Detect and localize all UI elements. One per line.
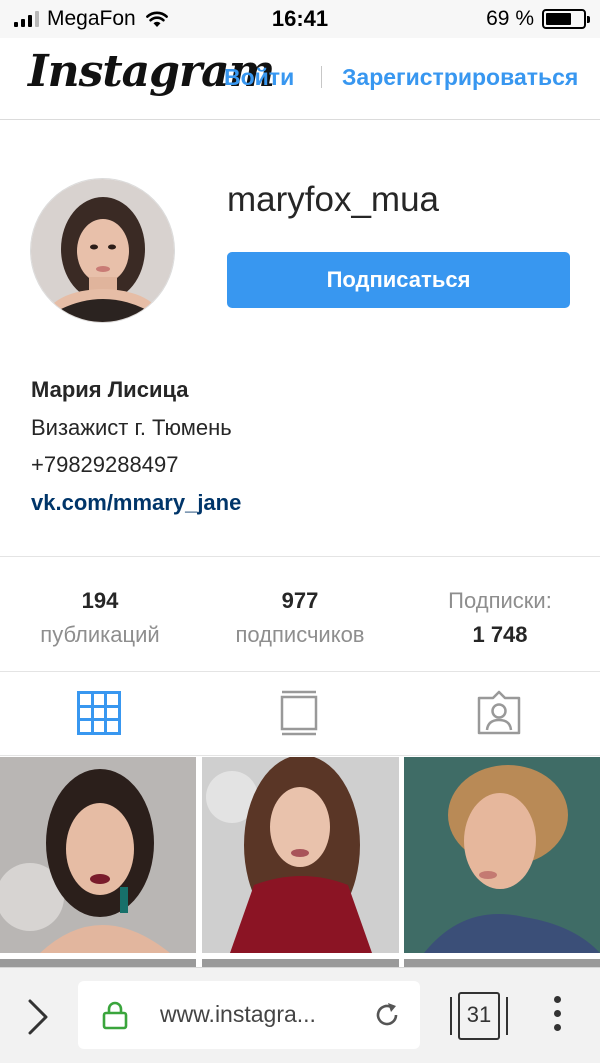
profile-link[interactable]: vk.com/mmary_jane <box>31 484 241 522</box>
browser-toolbar: www.instagra... 31 <box>0 967 600 1063</box>
post-thumbnail[interactable] <box>0 757 196 953</box>
tab-tagged[interactable] <box>474 688 524 738</box>
posts-count: 194 <box>81 588 119 613</box>
profile-username: maryfox_mua <box>227 180 440 219</box>
more-menu-icon[interactable] <box>552 996 562 1036</box>
phone-number[interactable]: +79829288497 <box>31 446 241 484</box>
signup-link[interactable]: Зарегистрироваться <box>342 64 578 91</box>
post-thumbnail[interactable] <box>404 757 600 953</box>
follow-button[interactable]: Подписаться <box>227 252 570 308</box>
profile-bio: Мария Лисица Визажист г. Тюмень +7982928… <box>31 371 241 521</box>
login-link[interactable]: Войти <box>224 64 294 91</box>
followers-label: подписчиков <box>235 622 365 647</box>
following-label: Подписки: <box>448 588 552 613</box>
post-thumbnail[interactable] <box>202 757 399 953</box>
posts-label: публикаций <box>40 622 160 647</box>
tagged-icon <box>477 690 521 735</box>
stat-posts: 194 публикаций <box>0 584 200 652</box>
stat-following[interactable]: Подписки: 1 748 <box>400 584 600 652</box>
lock-icon <box>102 1000 128 1035</box>
url-text: www.instagra... <box>160 1001 316 1027</box>
status-right: 69 % <box>486 7 590 31</box>
forward-icon[interactable] <box>26 998 50 1041</box>
tab-grid[interactable] <box>74 688 124 738</box>
instagram-header: Instagram Войти Зарегистрироваться <box>0 38 600 120</box>
followers-count: 977 <box>281 588 319 613</box>
stat-followers[interactable]: 977 подписчиков <box>200 584 400 652</box>
header-divider <box>321 66 322 88</box>
profile-stats: 194 публикаций 977 подписчиков Подписки:… <box>0 556 600 672</box>
feed-icon <box>280 690 318 736</box>
reload-icon[interactable] <box>372 1000 402 1035</box>
following-count: 1 748 <box>472 622 528 647</box>
grid-icon <box>77 691 121 735</box>
address-bar[interactable]: www.instagra... <box>78 981 420 1049</box>
profile-tabs <box>0 672 600 756</box>
bio-text: Визажист г. Тюмень <box>31 414 232 440</box>
battery-percent: 69 % <box>486 7 534 30</box>
tab-feed[interactable] <box>274 688 324 738</box>
full-name: Мария Лисица <box>31 377 189 402</box>
avatar[interactable] <box>30 178 175 323</box>
tab-count: 31 <box>450 997 508 1035</box>
status-bar: MegaFon 16:41 69 % <box>0 0 600 38</box>
battery-icon <box>542 9 590 29</box>
